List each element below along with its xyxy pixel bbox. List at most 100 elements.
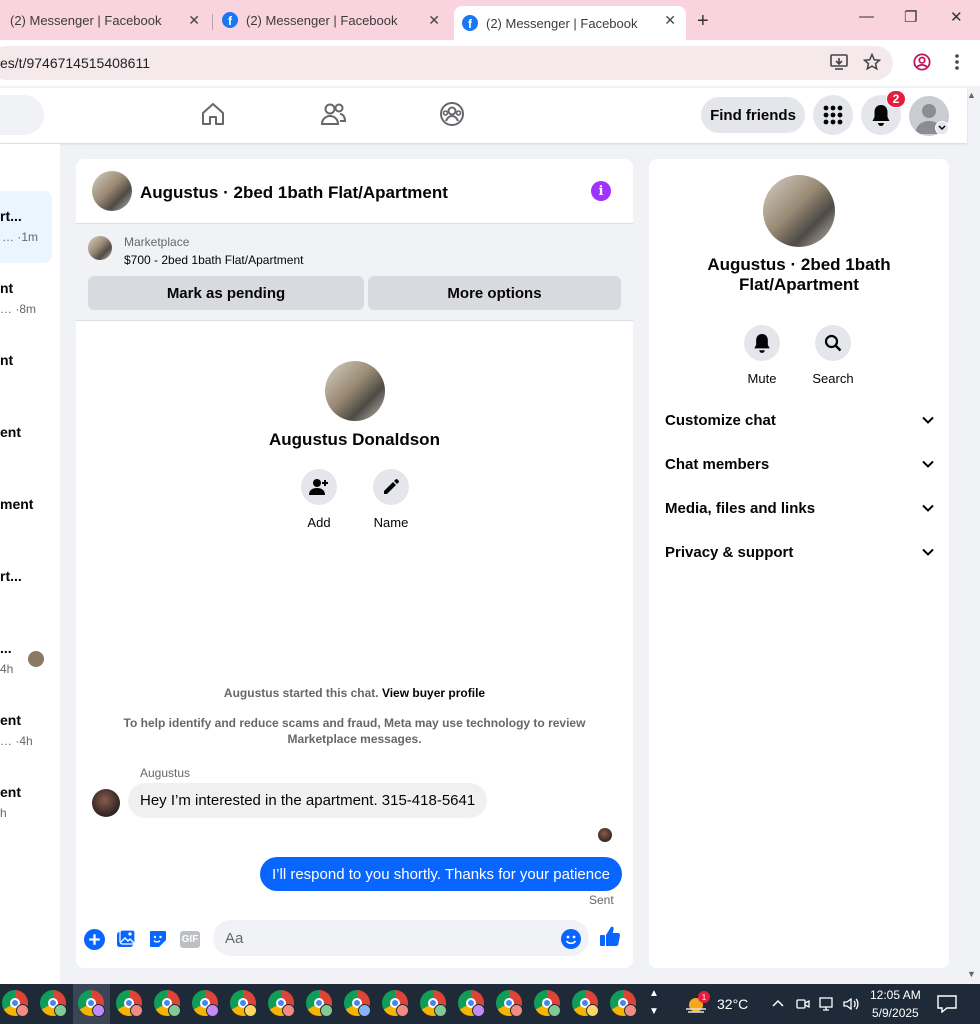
emoji-icon[interactable] <box>560 928 582 950</box>
tab-title: (2) Messenger | Facebook <box>10 12 162 28</box>
chrome-taskbar-icon[interactable] <box>154 990 182 1018</box>
media-files-links-section[interactable]: Media, files and links <box>665 493 935 523</box>
install-app-icon[interactable] <box>830 53 848 76</box>
mark-as-pending-button[interactable]: Mark as pending <box>88 276 364 310</box>
chrome-taskbar-icon[interactable] <box>344 990 372 1018</box>
browser-menu-icon[interactable] <box>954 53 960 76</box>
taskbar-overflow-up-icon[interactable]: ▲ <box>649 988 659 999</box>
close-tab-icon[interactable]: ✕ <box>664 12 676 29</box>
photo-icon[interactable] <box>115 928 137 950</box>
chat-members-section[interactable]: Chat members <box>665 449 935 479</box>
incoming-message[interactable]: Hey I’m interested in the apartment. 315… <box>128 783 488 818</box>
chat-list-item[interactable]: ent … ·4h <box>0 695 52 767</box>
section-label: Customize chat <box>665 411 776 429</box>
gif-icon[interactable]: GIF <box>179 928 201 950</box>
browser-tab-1[interactable]: (2) Messenger | Facebook ✕ <box>0 6 210 34</box>
home-icon[interactable] <box>199 100 227 128</box>
chrome-taskbar-icon[interactable] <box>78 990 106 1018</box>
chat-thumbnail[interactable] <box>92 171 132 211</box>
chrome-taskbar-icon[interactable] <box>230 990 258 1018</box>
url-text[interactable]: es/t/9746714515408611 <box>0 55 150 71</box>
customize-chat-section[interactable]: Customize chat <box>665 405 935 435</box>
chrome-taskbar-icon[interactable] <box>268 990 296 1018</box>
add-people-button[interactable]: Add <box>289 469 349 530</box>
temperature[interactable]: 32°C <box>717 996 748 1012</box>
close-window-icon[interactable]: ✕ <box>950 8 963 26</box>
taskbar-overflow-down-icon[interactable]: ▼ <box>649 1006 659 1017</box>
show-hidden-icons-icon[interactable] <box>771 997 785 1009</box>
profile-icon[interactable] <box>913 53 931 76</box>
chevron-down-icon <box>922 504 934 512</box>
meet-now-icon[interactable] <box>795 996 811 1012</box>
chrome-taskbar-icon[interactable] <box>116 990 144 1018</box>
outgoing-message[interactable]: I’ll respond to you shortly. Thanks for … <box>260 857 622 891</box>
thumbs-up-icon[interactable] <box>599 925 621 947</box>
volume-icon[interactable] <box>842 996 860 1012</box>
seen-receipt-avatar <box>598 828 612 842</box>
chrome-taskbar-icon[interactable] <box>610 990 638 1018</box>
chrome-taskbar-icon[interactable] <box>572 990 600 1018</box>
plus-icon[interactable] <box>83 928 105 950</box>
more-options-button[interactable]: More options <box>368 276 621 310</box>
chrome-taskbar-icon[interactable] <box>458 990 486 1018</box>
close-tab-icon[interactable]: ✕ <box>188 12 200 29</box>
listing-title[interactable]: $700 - 2bed 1bath Flat/Apartment <box>124 253 303 267</box>
view-buyer-profile-link[interactable]: View buyer profile <box>382 686 485 700</box>
bookmark-star-icon[interactable] <box>862 52 882 76</box>
name-label: Name <box>373 515 409 530</box>
info-icon[interactable]: i <box>591 181 611 201</box>
chat-list-item[interactable]: rt... <box>0 551 52 623</box>
browser-tab-3-active[interactable]: f (2) Messenger | Facebook ✕ <box>454 6 686 40</box>
chrome-taskbar-icon[interactable] <box>496 990 524 1018</box>
search-in-conversation-button[interactable]: Search <box>803 325 863 386</box>
chrome-taskbar-icon[interactable] <box>2 990 30 1018</box>
close-tab-icon[interactable]: ✕ <box>428 12 440 29</box>
find-friends-button[interactable]: Find friends <box>701 97 805 133</box>
profile-avatar[interactable] <box>325 361 385 421</box>
chat-name: rt... <box>0 568 22 584</box>
chrome-taskbar-icon[interactable] <box>40 990 68 1018</box>
new-tab-icon[interactable]: + <box>697 10 709 33</box>
info-title: Augustus · 2bed 1bath Flat/Apartment <box>707 255 891 294</box>
listing-thumbnail[interactable] <box>88 236 112 260</box>
conversation-title[interactable]: Augustus · 2bed 1bath Flat/Apartment <box>140 183 448 203</box>
restore-icon[interactable]: ❐ <box>904 8 917 26</box>
chat-list-item[interactable]: nt … ·8m <box>0 263 52 335</box>
account-chevron-icon[interactable] <box>935 121 949 135</box>
scroll-up-arrow-icon[interactable]: ▲ <box>967 90 976 100</box>
chat-name: rt... <box>0 208 22 224</box>
menu-grid-button[interactable] <box>813 95 853 135</box>
mute-button[interactable]: Mute <box>732 325 792 386</box>
chat-list-item[interactable]: nt <box>0 335 52 407</box>
clock-date[interactable]: 5/9/2025 <box>872 1006 919 1020</box>
name-chat-button[interactable]: Name <box>361 469 421 530</box>
browser-tab-bar: (2) Messenger | Facebook ✕ f (2) Messeng… <box>0 0 980 40</box>
read-receipt-avatar <box>28 651 44 667</box>
message-input[interactable] <box>213 920 589 956</box>
sender-avatar[interactable] <box>92 789 120 817</box>
conversation-info-panel: Augustus · 2bed 1bath Flat/Apartment Mut… <box>649 159 949 968</box>
chat-list-item[interactable]: ent <box>0 407 52 479</box>
friends-icon[interactable] <box>319 100 347 128</box>
chat-list-item[interactable]: ... 4h <box>0 623 52 695</box>
chrome-taskbar-icon[interactable] <box>382 990 410 1018</box>
chrome-taskbar-icon[interactable] <box>420 990 448 1018</box>
clock-time[interactable]: 12:05 AM <box>870 988 921 1002</box>
privacy-support-section[interactable]: Privacy & support <box>665 537 935 567</box>
info-avatar[interactable] <box>763 175 835 247</box>
network-icon[interactable] <box>818 996 836 1012</box>
sticker-icon[interactable] <box>147 928 169 950</box>
chat-list-item[interactable]: ment <box>0 479 52 551</box>
chat-list-item[interactable]: rt... … ·1m <box>0 191 52 263</box>
chat-list-item[interactable]: ent h <box>0 767 52 839</box>
facebook-search-input[interactable] <box>0 95 44 135</box>
chrome-taskbar-icon[interactable] <box>306 990 334 1018</box>
chrome-taskbar-icon[interactable] <box>192 990 220 1018</box>
scroll-down-arrow-icon[interactable]: ▼ <box>967 969 976 979</box>
chrome-taskbar-icon[interactable] <box>534 990 562 1018</box>
groups-icon[interactable] <box>438 100 466 128</box>
minimize-icon[interactable]: — <box>859 8 874 25</box>
notification-center-icon[interactable] <box>937 995 957 1013</box>
browser-tab-2[interactable]: f (2) Messenger | Facebook ✕ <box>222 6 450 34</box>
weather-badge: 1 <box>698 991 710 1003</box>
